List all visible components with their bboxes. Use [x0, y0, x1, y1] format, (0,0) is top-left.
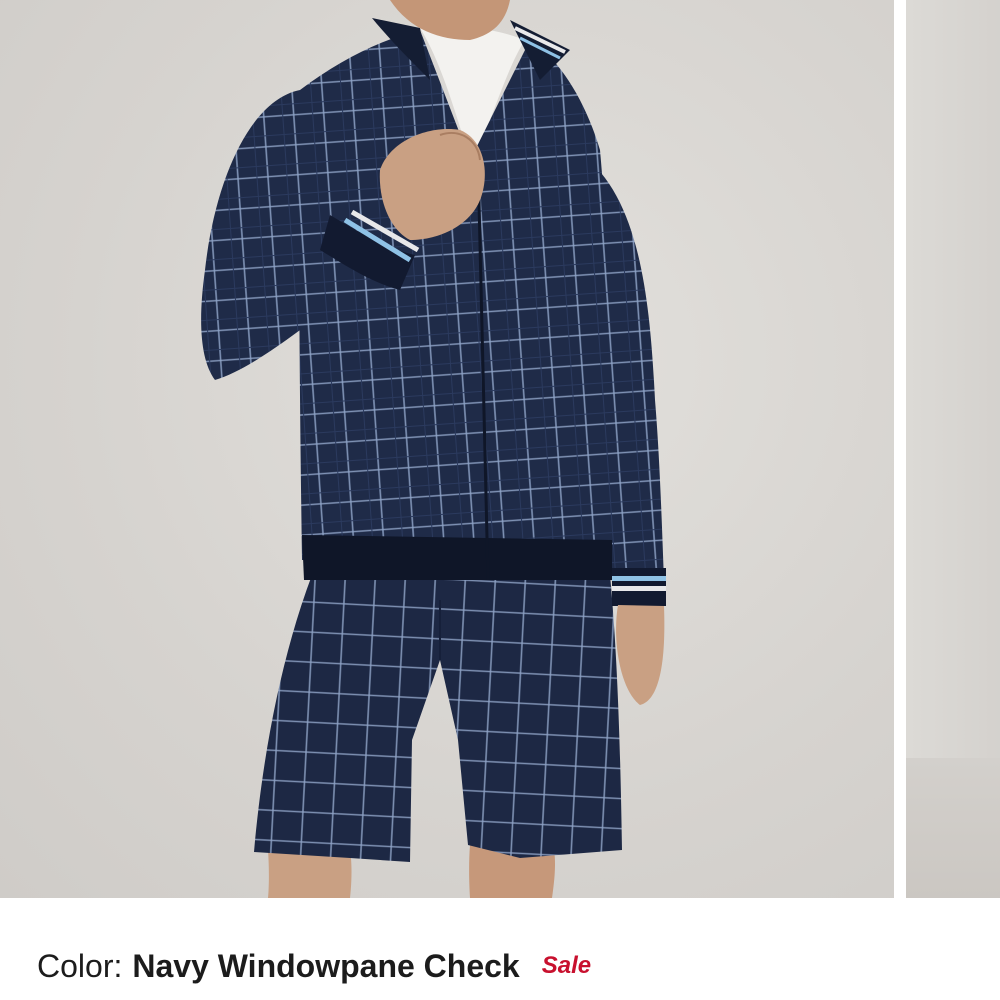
color-value: Navy Windowpane Check	[132, 948, 520, 984]
product-image-gallery[interactable]	[0, 0, 1000, 898]
product-photo	[201, 0, 666, 898]
product-image-next[interactable]	[906, 0, 1000, 898]
sale-badge: Sale	[541, 952, 592, 979]
color-selector-summary: Color: Navy Windowpane Check Sale	[37, 948, 591, 992]
color-label: Color:	[37, 948, 123, 984]
product-image-main[interactable]	[0, 0, 894, 898]
floor-shadow	[906, 758, 1000, 898]
